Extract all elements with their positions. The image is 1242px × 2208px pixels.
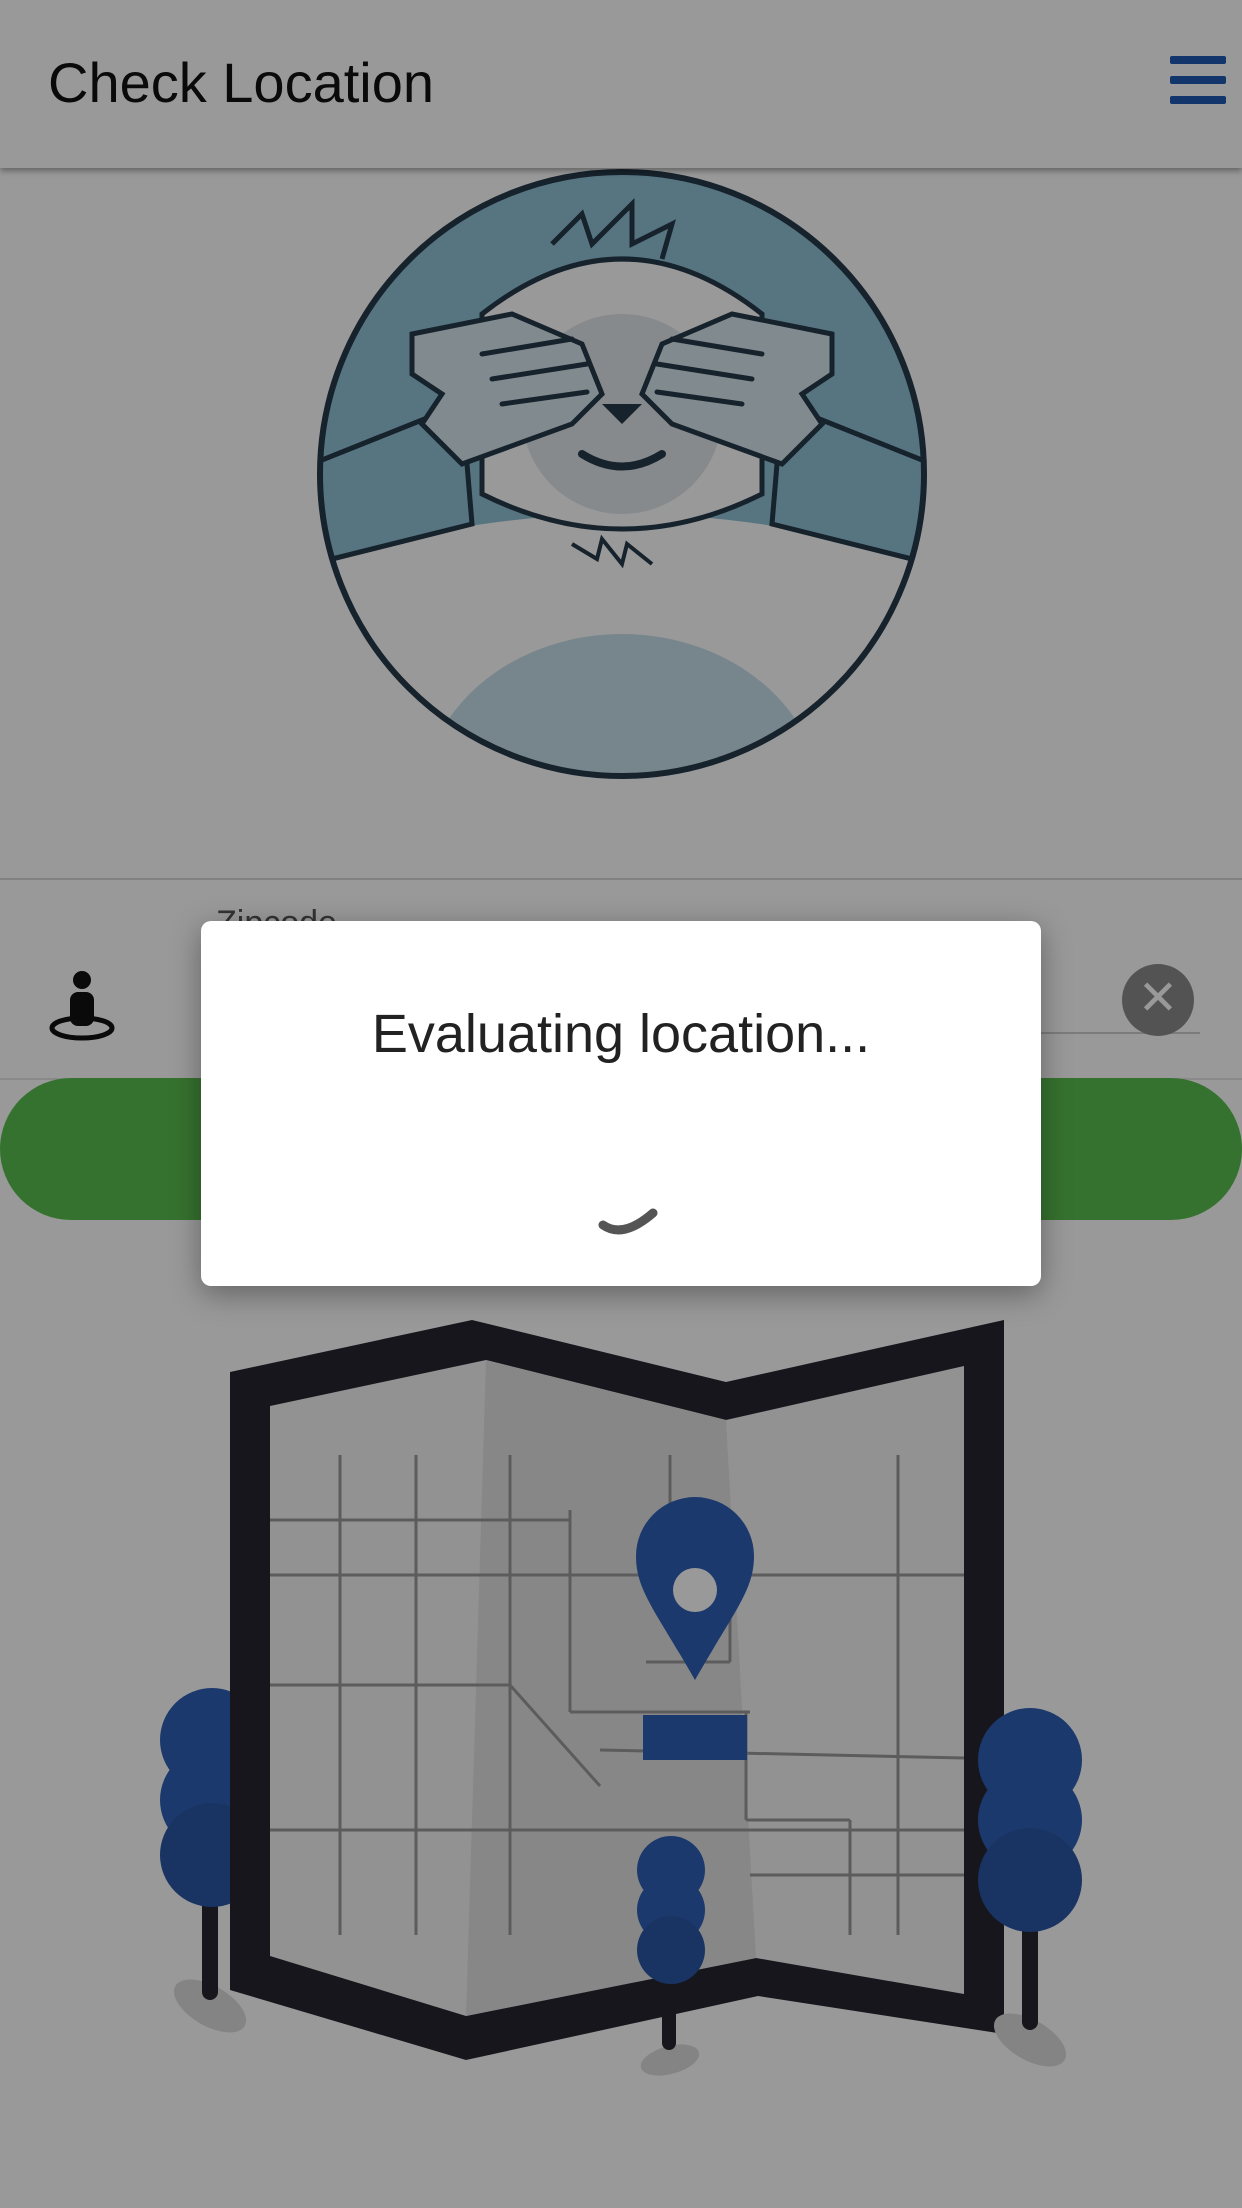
dialog-message: Evaluating location... bbox=[371, 1004, 871, 1064]
loading-spinner-icon bbox=[598, 1208, 658, 1235]
loading-dialog: Evaluating location... bbox=[201, 921, 1041, 1286]
